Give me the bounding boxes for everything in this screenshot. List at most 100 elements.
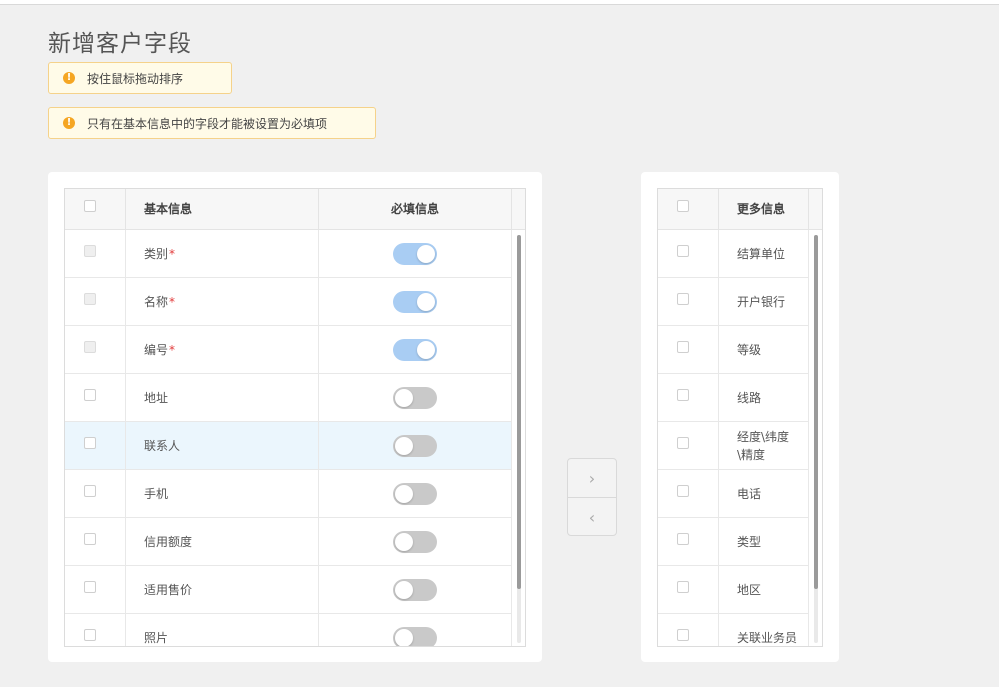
row-checkbox[interactable] [84,629,96,641]
field-label: 线路 [737,390,762,405]
table-row[interactable]: 地区 [658,566,809,614]
row-checkbox[interactable] [677,389,689,401]
required-toggle-cell [319,278,512,325]
select-cell [658,374,719,421]
warning-circle-icon: ! [63,117,75,129]
table-row[interactable]: 信用额度 [65,518,512,566]
table-row[interactable]: 开户银行 [658,278,809,326]
toggle-knob [395,581,413,599]
table-row[interactable]: 照片 [65,614,512,646]
table-row[interactable]: 类型 [658,518,809,566]
table-row[interactable]: 类别 * [65,230,512,278]
row-checkbox[interactable] [84,389,96,401]
field-label: 照片 [144,630,169,645]
field-label: 类型 [737,534,762,549]
select-cell [65,374,126,421]
header-more-info: 更多信息 [719,189,809,229]
row-checkbox[interactable] [677,437,689,449]
scrollbar[interactable] [517,235,521,643]
table-row[interactable]: 关联业务员 [658,614,809,646]
select-cell [65,470,126,517]
required-toggle-switch[interactable] [393,627,437,646]
select-cell [658,326,719,373]
notice-text: 按住鼠标拖动排序 [87,71,184,86]
required-toggle-cell [319,230,512,277]
header-select-all-cell [658,189,719,229]
table-row[interactable]: 线路 [658,374,809,422]
toggle-knob [395,437,413,455]
table-row[interactable]: 适用售价 [65,566,512,614]
basic-info-panel: 基本信息 必填信息 类别 * 名称 * 编号 * 地址 联系人 手机 信用额度 适用售价 照片 [48,172,542,662]
active-tab[interactable] [118,0,266,4]
required-toggle-switch [393,291,437,313]
table-header: 更多信息 [658,189,822,230]
table-row[interactable]: 电话 [658,470,809,518]
notice-text: 只有在基本信息中的字段才能被设置为必填项 [87,116,328,131]
field-name-cell: 手机 [126,470,319,517]
table-row[interactable]: 等级 [658,326,809,374]
required-toggle-switch [393,243,437,265]
basic-info-table: 基本信息 必填信息 类别 * 名称 * 编号 * 地址 联系人 手机 信用额度 适用售价 照片 [64,188,526,647]
field-label: 地址 [144,390,169,405]
toggle-knob [395,629,413,646]
table-row[interactable]: 联系人 [65,422,512,470]
required-toggle-cell [319,566,512,613]
header-select-all-cell [65,189,126,229]
row-checkbox [84,341,96,353]
select-cell [65,422,126,469]
required-toggle-switch[interactable] [393,531,437,553]
table-row[interactable]: 名称 * [65,278,512,326]
select-cell [658,278,719,325]
field-name-cell: 地址 [126,374,319,421]
field-label: 电话 [737,486,762,501]
header-basic-info: 基本信息 [126,189,319,229]
required-toggle-switch[interactable] [393,435,437,457]
select-all-checkbox[interactable] [84,200,96,212]
field-label: 等级 [737,342,762,357]
table-row[interactable]: 手机 [65,470,512,518]
row-checkbox [84,245,96,257]
required-toggle-switch[interactable] [393,483,437,505]
row-checkbox[interactable] [84,437,96,449]
row-checkbox[interactable] [677,293,689,305]
chevron-right-icon: › [588,468,596,488]
table-row[interactable]: 经度\纬度\精度 [658,422,809,470]
table-row[interactable]: 地址 [65,374,512,422]
row-checkbox[interactable] [677,485,689,497]
field-name-cell: 结算单位 [719,230,809,277]
move-left-button[interactable]: ‹ [568,498,616,536]
header-required-info: 必填信息 [319,189,512,229]
table-header: 基本信息 必填信息 [65,189,525,230]
required-asterisk: * [169,246,176,261]
scrollbar-thumb[interactable] [814,235,818,589]
select-cell [65,326,126,373]
required-toggle-cell [319,518,512,565]
select-all-checkbox[interactable] [677,200,689,212]
chevron-left-icon: ‹ [588,507,596,527]
required-toggle-switch[interactable] [393,579,437,601]
required-toggle-switch[interactable] [393,387,437,409]
row-checkbox[interactable] [677,581,689,593]
toggle-knob [395,485,413,503]
field-name-cell: 电话 [719,470,809,517]
row-checkbox[interactable] [84,485,96,497]
move-right-button[interactable]: › [568,459,616,497]
table-row[interactable]: 编号 * [65,326,512,374]
notice-drag-sort: ! 按住鼠标拖动排序 [48,62,232,94]
select-cell [65,278,126,325]
field-label: 类别 [144,246,169,261]
row-checkbox[interactable] [84,581,96,593]
field-name-cell: 关联业务员 [719,614,809,646]
row-checkbox[interactable] [677,245,689,257]
scrollbar[interactable] [814,235,818,643]
row-checkbox[interactable] [677,533,689,545]
row-checkbox[interactable] [677,629,689,641]
row-checkbox[interactable] [677,341,689,353]
field-name-cell: 信用额度 [126,518,319,565]
select-cell [65,566,126,613]
row-checkbox[interactable] [84,533,96,545]
scrollbar-thumb[interactable] [517,235,521,589]
select-cell [65,614,126,646]
table-row[interactable]: 结算单位 [658,230,809,278]
required-asterisk: * [169,294,176,309]
